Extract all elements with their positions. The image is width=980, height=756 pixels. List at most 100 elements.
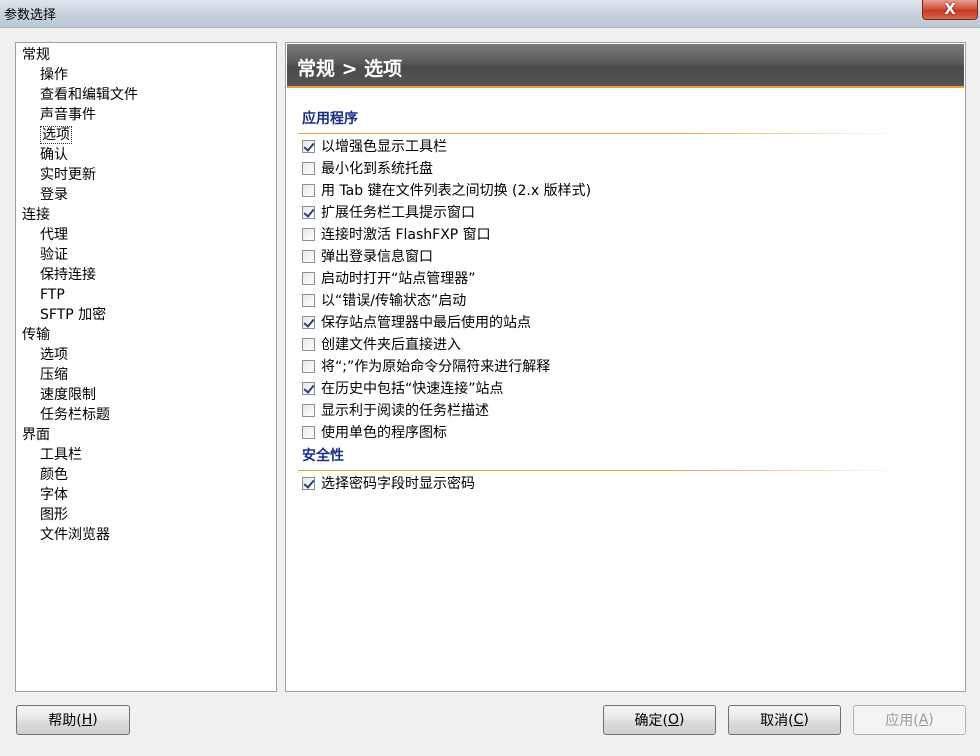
tree-item[interactable]: 颜色 xyxy=(40,465,68,485)
option-row[interactable]: 显示利于阅读的任务栏描述 xyxy=(302,400,489,420)
cancel-button-label: 取消( xyxy=(760,713,794,729)
tree-group[interactable]: 常规 xyxy=(22,45,50,65)
option-label: 连接时激活 FlashFXP 窗口 xyxy=(321,227,491,243)
tree-item-label: 图形 xyxy=(40,507,68,523)
cancel-button-accel: C xyxy=(793,712,804,728)
option-checkbox[interactable] xyxy=(302,315,315,329)
tree-item[interactable]: 确认 xyxy=(40,145,68,165)
help-button[interactable]: 帮助(H) xyxy=(16,705,130,735)
option-row[interactable]: 用 Tab 键在文件列表之间切换 (2.x 版样式) xyxy=(302,180,591,200)
section-title: 安全性 xyxy=(302,448,344,464)
option-row[interactable]: 创建文件夹后直接进入 xyxy=(302,334,461,354)
option-row[interactable]: 连接时激活 FlashFXP 窗口 xyxy=(302,224,491,244)
tree-item-label: 文件浏览器 xyxy=(40,527,110,543)
option-label: 扩展任务栏工具提示窗口 xyxy=(321,205,475,221)
tree-group[interactable]: 连接 xyxy=(22,205,50,225)
option-checkbox[interactable] xyxy=(302,183,315,197)
section-divider xyxy=(298,133,904,134)
tree-group-label: 连接 xyxy=(22,207,50,223)
option-row[interactable]: 弹出登录信息窗口 xyxy=(302,246,433,266)
tree-group[interactable]: 传输 xyxy=(22,325,50,345)
close-icon: X xyxy=(944,0,956,18)
tree-group-label: 传输 xyxy=(22,327,50,343)
option-row[interactable]: 选择密码字段时显示密码 xyxy=(302,473,475,493)
tree-item-label: 工具栏 xyxy=(40,447,82,463)
option-label: 将“;”作为原始命令分隔符来进行解释 xyxy=(321,359,551,375)
tree-item-label: 保持连接 xyxy=(40,267,96,283)
tree-item[interactable]: 代理 xyxy=(40,225,68,245)
tree-item[interactable]: 验证 xyxy=(40,245,68,265)
tree-item-label: 声音事件 xyxy=(40,107,96,123)
tree-item[interactable]: 字体 xyxy=(40,485,68,505)
option-checkbox[interactable] xyxy=(302,476,315,490)
tree-item-label: 登录 xyxy=(40,187,68,203)
option-checkbox[interactable] xyxy=(302,359,315,373)
tree-item[interactable]: 任务栏标题 xyxy=(40,405,110,425)
close-button[interactable]: X xyxy=(922,0,978,20)
option-checkbox[interactable] xyxy=(302,249,315,263)
option-row[interactable]: 最小化到系统托盘 xyxy=(302,158,433,178)
option-checkbox[interactable] xyxy=(302,293,315,307)
tree-item[interactable]: 选项 xyxy=(40,125,72,145)
option-checkbox[interactable] xyxy=(302,139,315,153)
tree-item-label: 操作 xyxy=(40,67,68,83)
option-checkbox[interactable] xyxy=(302,205,315,219)
option-label: 创建文件夹后直接进入 xyxy=(321,337,461,353)
tree-item[interactable]: FTP xyxy=(40,285,65,305)
option-label: 启动时打开“站点管理器” xyxy=(321,271,476,287)
option-row[interactable]: 以增强色显示工具栏 xyxy=(302,136,447,156)
tree-item[interactable]: 工具栏 xyxy=(40,445,82,465)
option-label: 用 Tab 键在文件列表之间切换 (2.x 版样式) xyxy=(321,183,592,199)
option-row[interactable]: 在历史中包括“快速连接”站点 xyxy=(302,378,504,398)
tree-item[interactable]: 实时更新 xyxy=(40,165,96,185)
category-tree: 常规 操作 查看和编辑文件 声音事件 选项 确认 实时更新 登录 连接 代理 验证 保持连接 FTP SF… xyxy=(15,42,277,692)
tree-item[interactable]: 压缩 xyxy=(40,365,68,385)
tree-item-label: 压缩 xyxy=(40,367,68,383)
option-checkbox[interactable] xyxy=(302,227,315,241)
tree-item-label: 选项 xyxy=(40,126,72,144)
tree-item[interactable]: SFTP 加密 xyxy=(40,305,106,325)
option-row[interactable]: 启动时打开“站点管理器” xyxy=(302,268,476,288)
option-checkbox[interactable] xyxy=(302,381,315,395)
tree-item[interactable]: 登录 xyxy=(40,185,68,205)
cancel-button-suffix: ) xyxy=(803,712,809,728)
apply-button-label: 应用( xyxy=(885,713,919,729)
option-row[interactable]: 以“错误/传输状态”启动 xyxy=(302,290,466,310)
apply-button[interactable]: 应用(A) xyxy=(853,705,966,735)
ok-button-suffix: ) xyxy=(679,712,685,728)
option-checkbox[interactable] xyxy=(302,271,315,285)
tree-item[interactable]: 文件浏览器 xyxy=(40,525,110,545)
option-label: 选择密码字段时显示密码 xyxy=(321,476,475,492)
ok-button[interactable]: 确定(O) xyxy=(603,705,716,735)
option-checkbox[interactable] xyxy=(302,337,315,351)
tree-group-label: 常规 xyxy=(22,47,50,63)
option-row[interactable]: 扩展任务栏工具提示窗口 xyxy=(302,202,475,222)
tree-item-label: 颜色 xyxy=(40,467,68,483)
tree-item[interactable]: 声音事件 xyxy=(40,105,96,125)
tree-group[interactable]: 界面 xyxy=(22,425,50,445)
option-row[interactable]: 将“;”作为原始命令分隔符来进行解释 xyxy=(302,356,550,376)
section-divider xyxy=(298,470,904,471)
tree-item-label: 验证 xyxy=(40,247,68,263)
cancel-button[interactable]: 取消(C) xyxy=(728,705,841,735)
option-checkbox[interactable] xyxy=(302,425,315,439)
tree-item[interactable]: 操作 xyxy=(40,65,68,85)
tree-item[interactable]: 选项 xyxy=(40,345,68,365)
tree-item-label: 确认 xyxy=(40,147,68,163)
option-label: 最小化到系统托盘 xyxy=(321,161,433,177)
option-checkbox[interactable] xyxy=(302,161,315,175)
tree-item[interactable]: 速度限制 xyxy=(40,385,96,405)
tree-item[interactable]: 图形 xyxy=(40,505,68,525)
tree-item[interactable]: 查看和编辑文件 xyxy=(40,85,138,105)
option-label: 以“错误/传输状态”启动 xyxy=(321,293,467,309)
tree-group-label: 界面 xyxy=(22,427,50,443)
option-row[interactable]: 保存站点管理器中最后使用的站点 xyxy=(302,312,531,332)
apply-button-accel: A xyxy=(918,712,929,728)
option-row[interactable]: 使用单色的程序图标 xyxy=(302,422,447,442)
option-checkbox[interactable] xyxy=(302,403,315,417)
tree-item[interactable]: 保持连接 xyxy=(40,265,96,285)
tree-item-label: 任务栏标题 xyxy=(40,407,110,423)
option-label: 使用单色的程序图标 xyxy=(321,425,447,441)
option-label: 在历史中包括“快速连接”站点 xyxy=(321,381,504,397)
panel-header: 常规 > 选项 xyxy=(287,44,964,88)
